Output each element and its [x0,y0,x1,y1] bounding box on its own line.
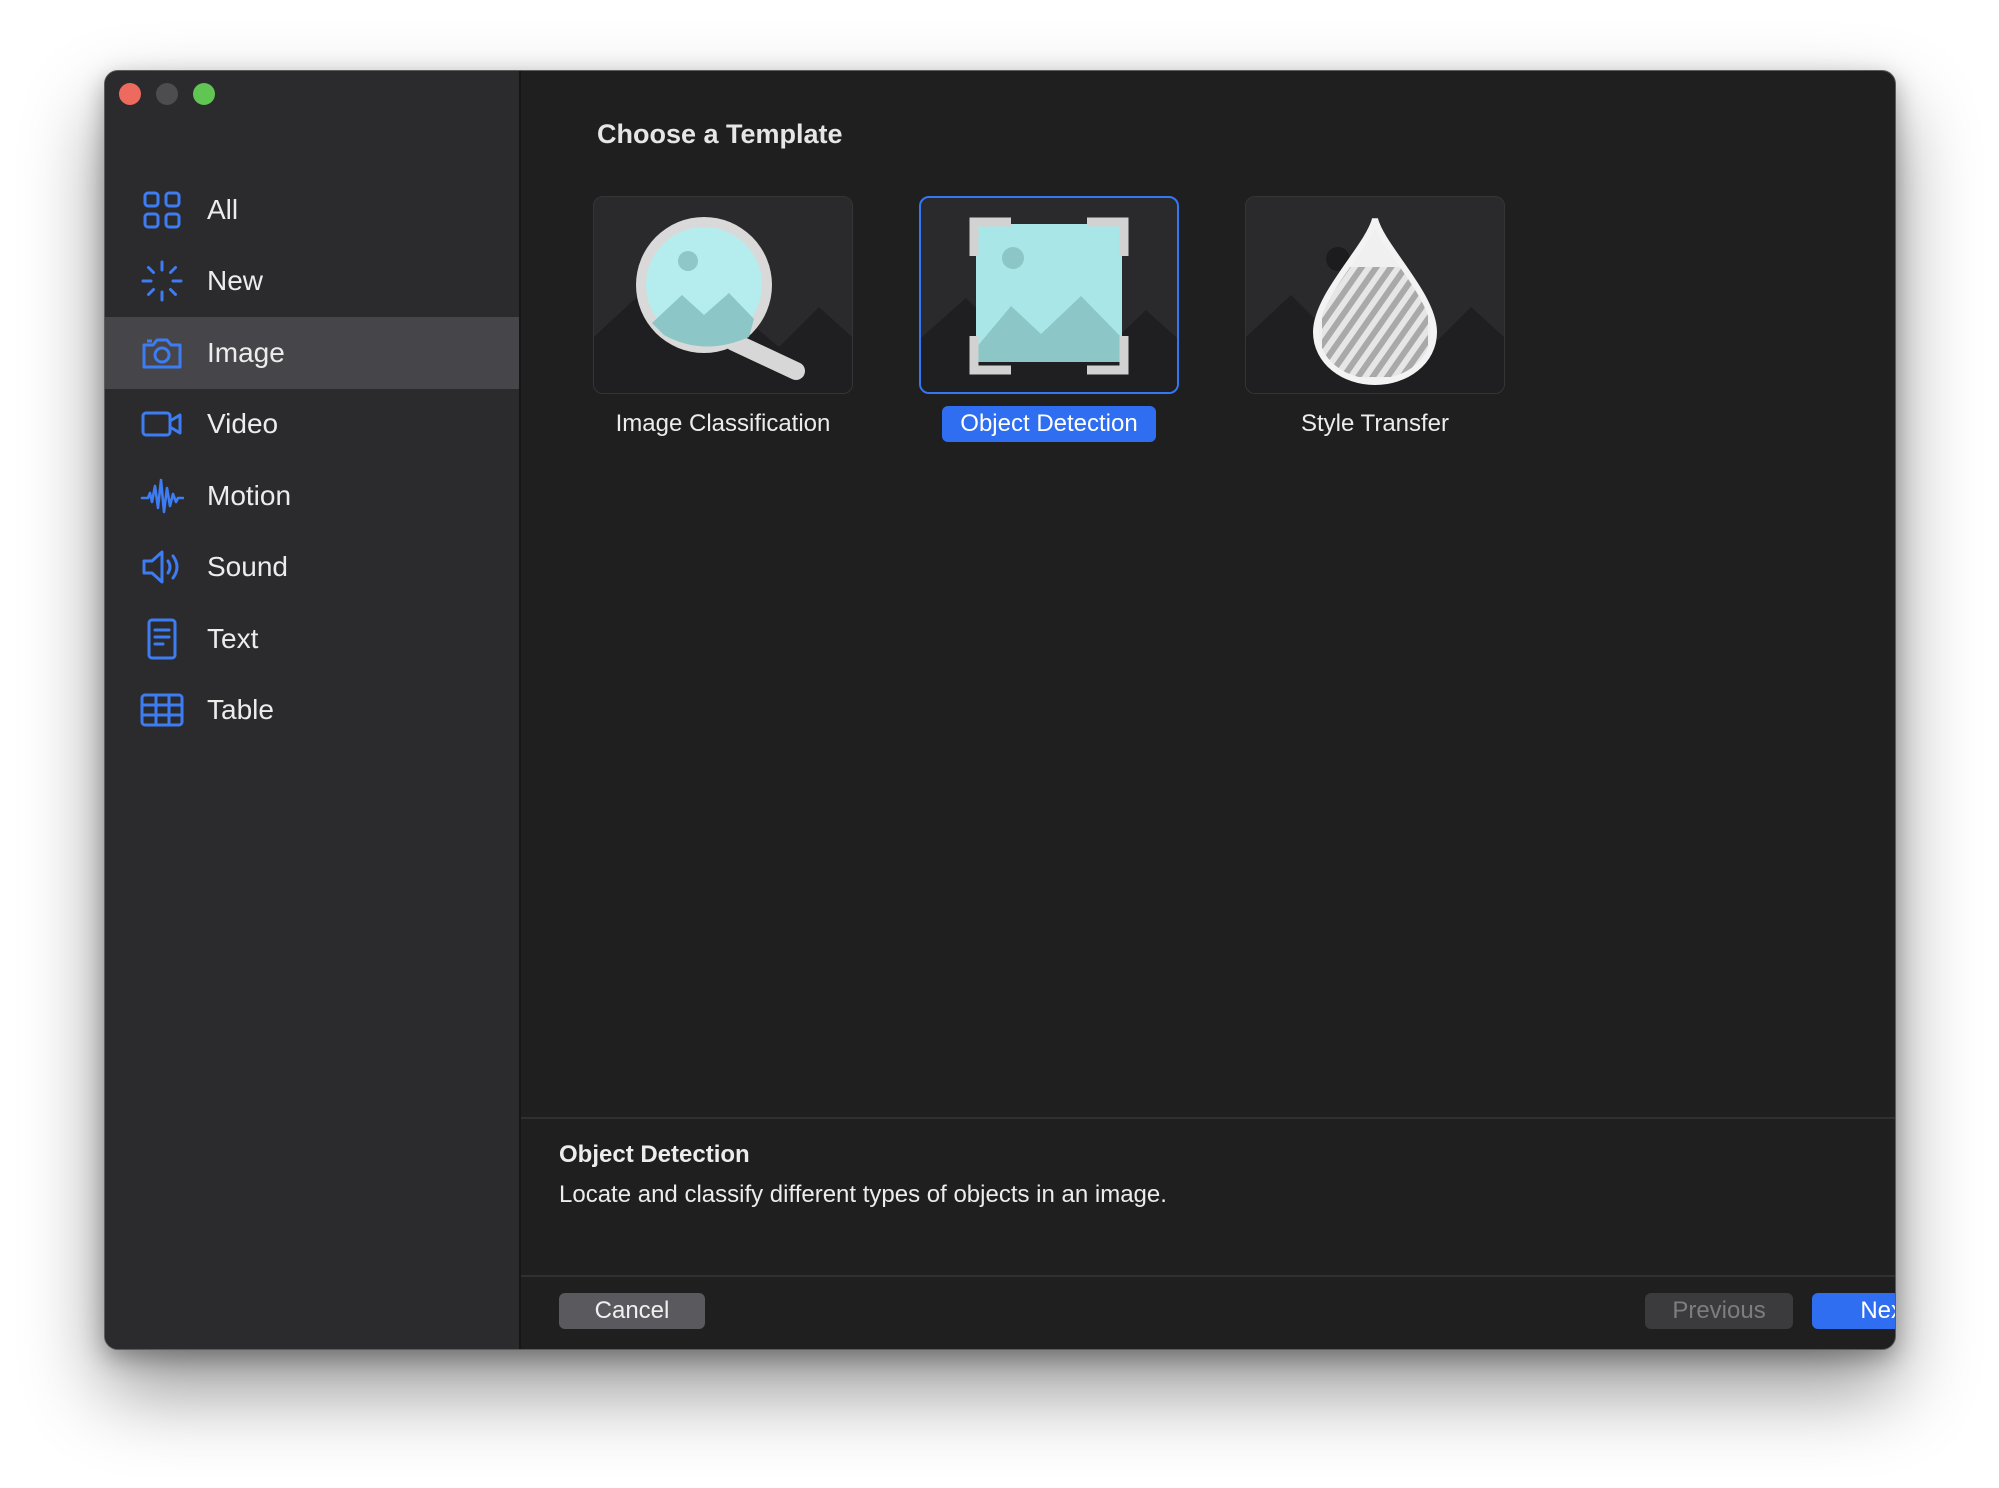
template-image-classification[interactable]: Image Classification [593,196,853,442]
template-label: Style Transfer [1300,410,1450,437]
page-title: Choose a Template [597,119,843,149]
sidebar-item-image[interactable]: Image [105,317,519,389]
close-button[interactable] [119,83,141,105]
speaker-icon [139,544,185,590]
description-text: Locate and classify different types of o… [559,1181,1167,1208]
waveform-icon [139,473,185,519]
sidebar-item-label: Sound [207,551,288,583]
category-list: All New Image Video Motion Sound Text Ta… [105,174,519,746]
zoom-button[interactable] [193,83,215,105]
description-title: Object Detection [559,1141,750,1168]
sidebar-item-label: Image [207,336,285,368]
sidebar-item-table[interactable]: Table [105,675,519,747]
document-icon [139,616,185,662]
grid-icon [139,187,185,233]
sidebar-item-text[interactable]: Text [105,603,519,675]
template-label: Object Detection [942,406,1156,442]
table-icon [139,687,185,733]
minimize-button[interactable] [156,83,178,105]
next-button[interactable]: Next [1812,1293,1895,1329]
window-controls [119,83,215,105]
sidebar-item-motion[interactable]: Motion [105,460,519,532]
template-grid: Image Classification Object Detection St… [593,196,1505,442]
sidebar-item-label: Text [207,622,259,654]
sidebar-item-label: New [207,265,264,297]
template-chooser-window: All New Image Video Motion Sound Text Ta… [104,70,1896,1350]
template-object-detection[interactable]: Object Detection [919,196,1179,442]
template-thumbnail [919,196,1179,394]
sidebar-item-all[interactable]: All [105,174,519,246]
sidebar-item-video[interactable]: Video [105,389,519,461]
sidebar-item-label: Table [207,694,274,726]
template-thumbnail [593,196,853,394]
previous-button[interactable]: Previous [1645,1293,1793,1329]
bounding-box-landscape-icon [921,217,1177,392]
sidebar-item-new[interactable]: New [105,246,519,318]
paint-drop-icon [1246,218,1504,393]
sidebar-item-sound[interactable]: Sound [105,532,519,604]
template-description: Object Detection Locate and classify dif… [521,1117,1895,1277]
sidebar-item-label: Motion [207,479,292,511]
template-label: Image Classification [615,410,831,437]
sidebar-item-label: Video [207,408,279,440]
magnifier-landscape-icon [594,217,852,393]
template-thumbnail [1245,196,1505,394]
cancel-button[interactable]: Cancel [559,1293,705,1329]
template-style-transfer[interactable]: Style Transfer [1245,196,1505,442]
sparkle-icon [139,258,185,304]
camera-icon [139,330,185,376]
sidebar-item-label: All [207,193,239,225]
sidebar: All New Image Video Motion Sound Text Ta… [105,71,521,1349]
template-content: Choose a Template Image Classification O… [521,71,1895,1349]
video-camera-icon [139,401,185,447]
